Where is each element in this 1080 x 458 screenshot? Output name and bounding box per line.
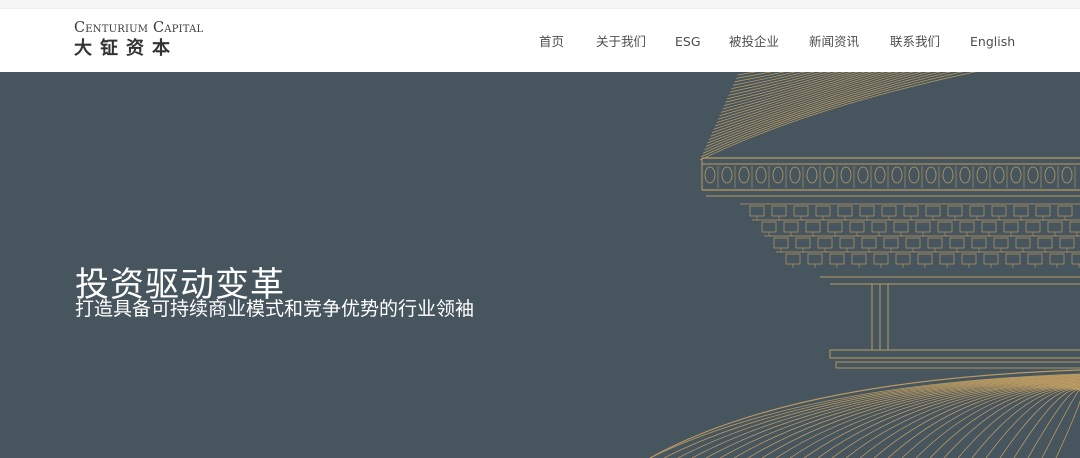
hero-subtitle: 打造具备可持续商业模式和竞争优势的行业领袖 (75, 298, 475, 320)
nav-item-news[interactable]: 新闻资讯 (809, 33, 859, 51)
nav-item-portfolio[interactable]: 被投企业 (729, 33, 779, 51)
nav-item-english[interactable]: English (970, 33, 1015, 51)
nav-item-esg[interactable]: ESG (675, 33, 701, 51)
main-nav: 首页 关于我们 ESG 被投企业 新闻资讯 联系我们 English (0, 33, 1080, 53)
nav-item-home[interactable]: 首页 (539, 33, 564, 51)
site-header: Centurium Capital 大钲资本 首页 关于我们 ESG 被投企业 … (0, 9, 1080, 72)
nav-item-about[interactable]: 关于我们 (596, 33, 646, 51)
nav-item-contact[interactable]: 联系我们 (890, 33, 940, 51)
temple-roof-illustration (649, 72, 1080, 458)
hero-banner: 投资驱动变革 打造具备可持续商业模式和竞争优势的行业领袖 (0, 72, 1080, 458)
top-strip (0, 0, 1080, 9)
